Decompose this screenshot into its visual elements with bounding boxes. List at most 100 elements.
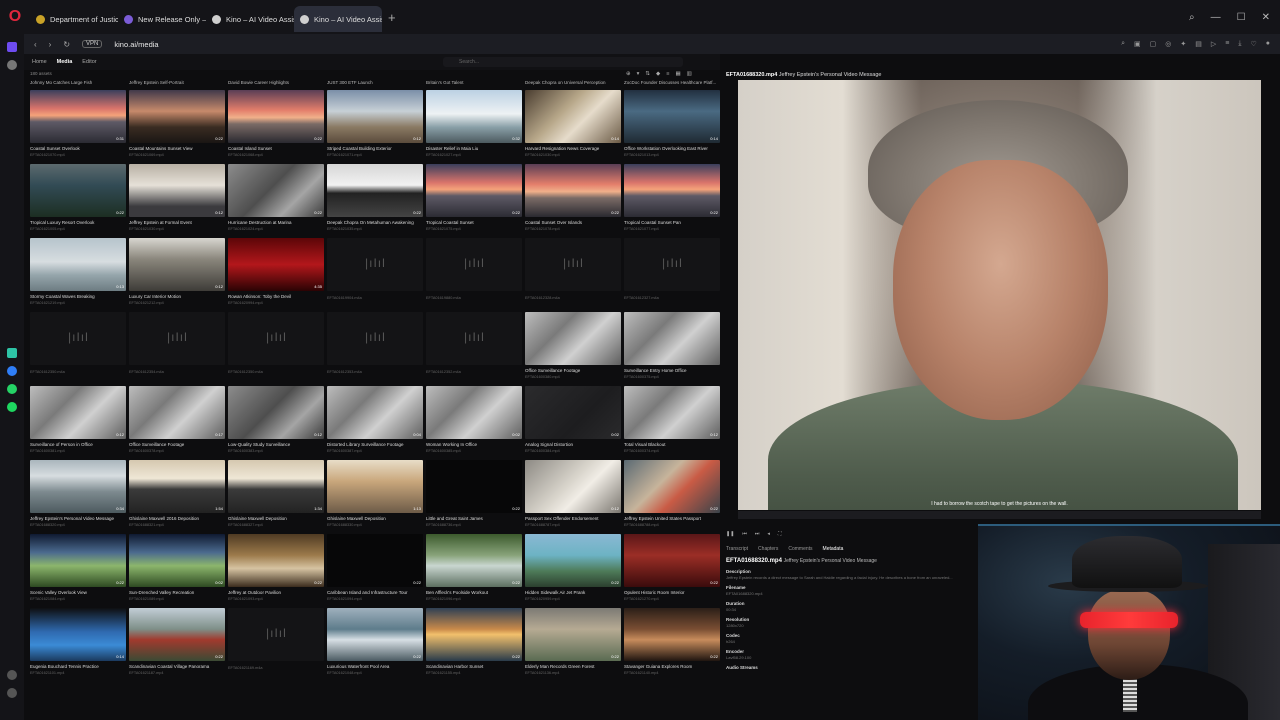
opera-logo-icon[interactable]: O [0, 0, 30, 34]
video-thumbnail[interactable]: 0:14 [30, 608, 126, 661]
media-card[interactable]: 0:22 Hidden Sidewalk Air Jet Prank EFTA016… [525, 534, 621, 608]
video-player[interactable] [738, 80, 1261, 510]
video-thumbnail[interactable]: 0:13 [30, 238, 126, 291]
new-tab-button[interactable]: + [388, 10, 396, 25]
media-card[interactable]: 0:12 Surveillance of Person in Office EFTA… [30, 386, 126, 460]
media-card[interactable]: 0:22 Scandinavian Harbor Sunset EFTA016211… [426, 608, 522, 682]
list-view-icon[interactable]: ≡ [666, 71, 669, 77]
bookmark-icon[interactable]: ♡ [1250, 40, 1256, 48]
video-thumbnail[interactable]: 0:22 [525, 534, 621, 587]
nav-media[interactable]: Media [57, 59, 73, 65]
home-icon[interactable] [7, 60, 17, 70]
media-card[interactable]: 0:12 Low-Quality Study Surveillance EFTA01… [228, 386, 324, 460]
video-thumbnail[interactable]: 0:22 [30, 534, 126, 587]
filter-icon[interactable]: ▾ [637, 71, 640, 77]
nav-editor[interactable]: Editor [82, 59, 96, 65]
video-thumbnail[interactable]: 0:22 [525, 164, 621, 217]
video-thumbnail[interactable]: 0:34 [30, 460, 126, 513]
audio-waveform-thumbnail[interactable] [525, 238, 621, 291]
video-thumbnail[interactable]: 0:22 [327, 164, 423, 217]
media-card[interactable]: 0:34 Jeffrey Epstein's Personal Video Mes… [30, 460, 126, 534]
media-card[interactable]: EFTA01612350.m4a [228, 312, 324, 386]
media-card[interactable]: 0:32 Disaster Relief in Maia Liu EFTA01621… [426, 90, 522, 164]
translate-icon[interactable]: ▤ [1195, 40, 1202, 48]
media-card[interactable]: 0:12 Luxury Car Interior Motion EFTA016212… [129, 238, 225, 312]
media-card[interactable]: EFTA01619880.m4a [426, 238, 522, 312]
video-thumbnail[interactable] [525, 312, 621, 365]
maximize-button[interactable]: ☐ [1237, 12, 1246, 23]
app-icon[interactable] [7, 348, 17, 358]
media-card[interactable]: 0:22 Elderly Man Records Green Forest EFTA… [525, 608, 621, 682]
media-card[interactable]: EFTA01612353.m4a [327, 312, 423, 386]
media-card[interactable]: EFTA01612350.m4a [30, 312, 126, 386]
media-card[interactable]: 0:22 Coastal Mountains Sunset View EFTA016… [129, 90, 225, 164]
video-thumbnail[interactable]: 0:17 [129, 386, 225, 439]
audio-waveform-thumbnail[interactable] [129, 312, 225, 365]
video-thumbnail[interactable]: 0:22 [624, 534, 720, 587]
media-card[interactable]: EFTA01612327.m4a [624, 238, 720, 312]
timeline-scrubber[interactable] [738, 511, 1261, 519]
media-card-label[interactable]: Johnny Mo Catches Large Fish [30, 80, 126, 85]
video-thumbnail[interactable]: 0:22 [426, 460, 522, 513]
video-thumbnail[interactable]: 0:12 [624, 386, 720, 439]
media-card[interactable]: 1:13 Ghislaine Maxwell Deposition EFTA0168… [327, 460, 423, 534]
skip-back-icon[interactable]: ⏮ [742, 531, 747, 537]
media-card[interactable]: 0:22 Jeffrey Epstein United States Passpo… [624, 460, 720, 534]
media-card[interactable]: 0:04 Distorted Library Surveillance Foota… [327, 386, 423, 460]
media-card[interactable]: 0:22 Caribbean Island and Infrastructure … [327, 534, 423, 608]
search-tabs-icon[interactable]: ⌕ [1189, 12, 1195, 23]
forward-icon[interactable]: › [49, 40, 52, 49]
tag-icon[interactable]: ◆ [656, 71, 660, 77]
media-card[interactable]: 0:13 Stormy Coastal Waves Breaking EFTA016… [30, 238, 126, 312]
media-card[interactable]: Surveillance Entry Home Office EFTA016003… [624, 312, 720, 386]
media-card-label[interactable]: David Bowie Career Highlights [228, 80, 324, 85]
media-card[interactable]: 0:22 Deepak Chopra On Metahuman Awakening… [327, 164, 423, 238]
browser-tab-3[interactable]: Kino – AI Video Assistant [206, 6, 294, 32]
pause-icon[interactable]: ❚❚ [726, 531, 734, 537]
media-card-label[interactable]: Deepak Chopra on Universal Perception [525, 80, 621, 85]
media-card[interactable]: 0:12 Jeffrey Epstein at Formal Event EFTA0… [129, 164, 225, 238]
media-card[interactable]: 0:12 Total Visual Blackout EFTA01600374.mp… [624, 386, 720, 460]
media-card[interactable]: 0:22 Tropical Coastal Sunset Pan EFTA01621… [624, 164, 720, 238]
browser-tab-2[interactable]: New Release Only — JDrive [118, 6, 206, 32]
media-card[interactable]: 0:31 Coastal Sunset Overlook EFTA01621070.… [30, 90, 126, 164]
audio-waveform-thumbnail[interactable] [426, 312, 522, 365]
media-card[interactable]: 0:22 Ben Affleck's Poolside Workout EFTA01… [426, 534, 522, 608]
audio-waveform-thumbnail[interactable] [327, 238, 423, 291]
close-window-button[interactable]: ✕ [1262, 12, 1270, 23]
media-card[interactable]: 0:14 Harvard Resignation News Coverage EFT… [525, 90, 621, 164]
media-card[interactable]: 0:22 Scandinavian Coastal Village Panoram… [129, 608, 225, 682]
zoom-icon[interactable]: ⌕ [1121, 40, 1125, 48]
favorites-icon[interactable] [7, 670, 17, 680]
media-card-label[interactable]: Jeffrey Epstein Self-Portrait [129, 80, 225, 85]
video-thumbnail[interactable]: 0:22 [327, 534, 423, 587]
audio-waveform-thumbnail[interactable] [327, 312, 423, 365]
media-card[interactable]: 0:14 Office Workstation Overlooking East … [624, 90, 720, 164]
media-card[interactable]: EFTA01621169.m4a [228, 608, 324, 682]
media-card[interactable]: 0:22 Jeffrey at Outdoor Pavilion EFTA01621… [228, 534, 324, 608]
media-card[interactable]: 0:22 Hurricane Destruction at Marina EFTA0… [228, 164, 324, 238]
video-thumbnail[interactable]: 0:22 [426, 534, 522, 587]
tab-comments[interactable]: Comments [788, 546, 812, 552]
media-card[interactable]: 0:22 Coastal Island Sunset EFTA01621068.mp… [228, 90, 324, 164]
audio-waveform-thumbnail[interactable] [30, 312, 126, 365]
media-card[interactable]: 0:22 Luxurious Waterfront Pool Area EFTA01… [327, 608, 423, 682]
media-card[interactable]: 0:02 Analog Signal Distortion EFTA01600384… [525, 386, 621, 460]
back-icon[interactable]: ‹ [34, 40, 37, 49]
audio-waveform-thumbnail[interactable] [624, 238, 720, 291]
video-thumbnail[interactable]: 0:14 [525, 90, 621, 143]
media-card[interactable]: 0:17 Office Surveillance Footage EFTA01600… [129, 386, 225, 460]
nav-home[interactable]: Home [32, 59, 47, 65]
media-card[interactable]: EFTA01619904.m4a [327, 238, 423, 312]
video-thumbnail[interactable]: 0:22 [327, 608, 423, 661]
video-thumbnail[interactable]: 1:13 [327, 460, 423, 513]
video-thumbnail[interactable]: 0:22 [624, 460, 720, 513]
media-card[interactable]: 0:22 Opulent Historic Room Interior EFTA01… [624, 534, 720, 608]
audio-waveform-thumbnail[interactable] [426, 238, 522, 291]
media-card[interactable]: EFTA01612328.m4a [525, 238, 621, 312]
video-thumbnail[interactable]: 0:22 [129, 90, 225, 143]
reload-icon[interactable]: ↻ [63, 40, 70, 49]
video-thumbnail[interactable]: 0:22 [426, 608, 522, 661]
media-card[interactable]: 1:34 Ghislaine Maxwell Deposition EFTA0168… [228, 460, 324, 534]
video-thumbnail[interactable]: 0:12 [129, 238, 225, 291]
